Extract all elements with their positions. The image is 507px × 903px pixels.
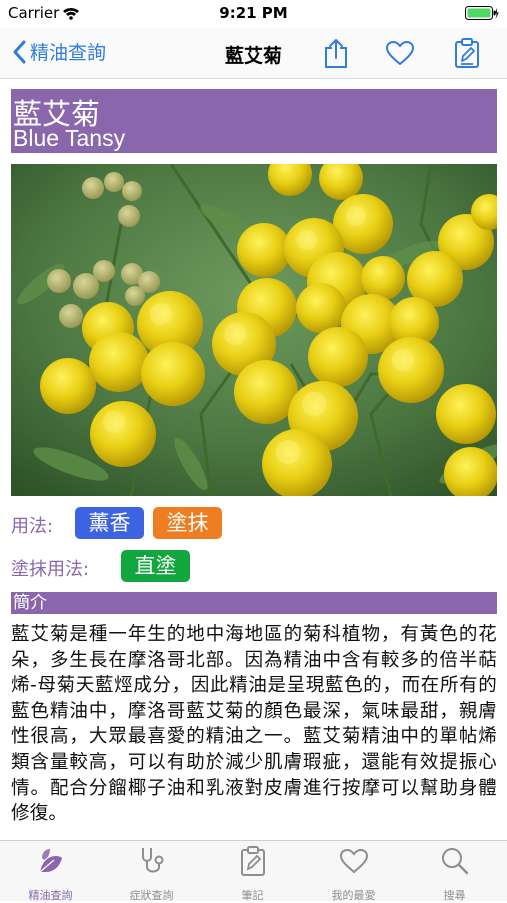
tab-search-label: 搜尋 — [443, 889, 466, 902]
tab-oil-search[interactable]: 精油查詢 — [0, 845, 101, 902]
oil-plant-photo — [11, 164, 497, 496]
usage-tag-diffuse[interactable]: 薰香 — [75, 507, 144, 539]
back-button[interactable]: 精油查詢 — [12, 38, 106, 65]
share-button[interactable] — [319, 36, 353, 70]
clock: 9:21 PM — [219, 4, 288, 22]
tab-favorites-label: 我的最愛 — [331, 889, 376, 902]
tab-bar: 精油查詢 症狀查詢 筆記 我的最愛 搜尋 — [0, 840, 507, 902]
heart-icon — [339, 848, 368, 874]
favorite-button[interactable] — [383, 36, 417, 70]
intro-section-header: 簡介 — [11, 592, 497, 614]
chevron-left-icon — [13, 40, 26, 63]
stethoscope-icon — [141, 848, 163, 873]
intro-description: 藍艾菊是種一年生的地中海地區的菊科植物，有黃色的花朵，多生長在摩洛哥北部。因為精… — [11, 624, 497, 825]
notepad-icon — [240, 846, 265, 876]
back-button-label: 精油查詢 — [30, 42, 107, 64]
battery-icon — [465, 6, 499, 25]
usage-label: 用法: — [11, 516, 54, 537]
status-bar: Carrier 9:21 PM — [0, 0, 507, 28]
clipboard-edit-icon — [455, 38, 479, 68]
share-icon — [325, 39, 347, 68]
navigation-bar: 精油查詢 藍艾菊 — [0, 28, 507, 79]
tab-symptom-search[interactable]: 症狀查詢 — [101, 845, 202, 902]
oil-name-english: Blue Tansy — [13, 125, 126, 151]
topical-tag-neat[interactable]: 直塗 — [121, 550, 190, 582]
tab-notes-label: 筆記 — [241, 889, 264, 902]
heart-icon — [386, 41, 414, 65]
search-icon — [441, 848, 468, 875]
tab-favorites[interactable]: 我的最愛 — [303, 845, 404, 902]
intro-heading: 簡介 — [13, 593, 47, 613]
tab-notes[interactable]: 筆記 — [202, 845, 303, 902]
topical-usage-label: 塗抹用法: — [11, 559, 90, 580]
note-button[interactable] — [450, 36, 484, 70]
usage-tag-topical[interactable]: 塗抹 — [153, 507, 222, 539]
oil-name-header: 藍艾菊 Blue Tansy — [11, 89, 497, 153]
leaf-icon — [39, 849, 62, 873]
tab-symptom-search-label: 症狀查詢 — [129, 889, 174, 902]
tab-search[interactable]: 搜尋 — [404, 845, 505, 902]
tab-oil-search-label: 精油查詢 — [28, 889, 73, 902]
